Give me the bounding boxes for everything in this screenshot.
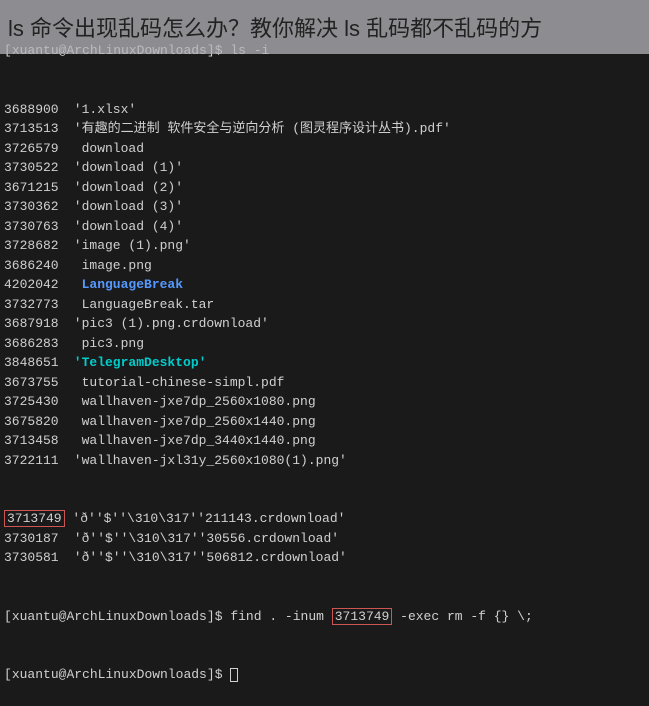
prompt-line-2: [xuantu@ArchLinuxDownloads]$ find . -inu… (4, 607, 645, 627)
inode-number: 3725430 (4, 392, 66, 412)
list-item: 3730763 'download (4)' (4, 217, 645, 237)
inode-number: 3671215 (4, 178, 66, 198)
file-name: LanguageBreak.tar (66, 297, 214, 312)
inode-number: 3713513 (4, 119, 66, 139)
file-name: 'download (2)' (66, 180, 183, 195)
file-name: 'image (1).png' (66, 238, 191, 253)
inode-number: 3848651 (4, 353, 66, 373)
file-listing: 3688900 '1.xlsx'3713513 '有趣的二进制 软件安全与逆向分… (4, 100, 645, 471)
inode-number: 3730581 (4, 548, 66, 568)
list-item: 3848651 'TelegramDesktop' (4, 353, 645, 373)
list-item: 3713513 '有趣的二进制 软件安全与逆向分析 (图灵程序设计丛书).pdf… (4, 119, 645, 139)
cmd-find-pre: find . -inum (230, 609, 331, 624)
prompt-line-3: [xuantu@ArchLinuxDownloads]$ (4, 665, 645, 685)
file-name: LanguageBreak (66, 277, 183, 292)
file-name: 'ð''$''\310\317''30556.crdownload' (66, 531, 339, 546)
prompt-host: ArchLinuxDownloads (66, 667, 206, 682)
file-name: 'download (4)' (66, 219, 183, 234)
inode-number: 3687918 (4, 314, 66, 334)
inode-number: 3688900 (4, 100, 66, 120)
file-name: 'TelegramDesktop' (66, 355, 206, 370)
list-item-garbled: 3730581 'ð''$''\310\317''506812.crdownlo… (4, 548, 645, 568)
inode-number: 3713749 (4, 510, 65, 527)
inode-number: 3732773 (4, 295, 66, 315)
inode-number: 3730362 (4, 197, 66, 217)
file-name: 'pic3 (1).png.crdownload' (66, 316, 269, 331)
inum-highlight: 3713749 (332, 608, 393, 625)
terminal-area[interactable]: [xuantu@ArchLinuxDownloads]$ ls -i 36889… (0, 0, 649, 706)
list-item: 3732773 LanguageBreak.tar (4, 295, 645, 315)
file-name: 'ð''$''\310\317''506812.crdownload' (66, 550, 347, 565)
file-name: tutorial-chinese-simpl.pdf (66, 375, 284, 390)
list-item: 3725430 wallhaven-jxe7dp_2560x1080.png (4, 392, 645, 412)
file-name: wallhaven-jxe7dp_3440x1440.png (66, 433, 316, 448)
file-name: image.png (66, 258, 152, 273)
list-item: 3728682 'image (1).png' (4, 236, 645, 256)
file-name: '有趣的二进制 软件安全与逆向分析 (图灵程序设计丛书).pdf' (66, 121, 451, 136)
prompt-host: ArchLinuxDownloads (66, 609, 206, 624)
prompt-user: xuantu (12, 667, 59, 682)
file-name: download (66, 141, 144, 156)
list-item: 3673755 tutorial-chinese-simpl.pdf (4, 373, 645, 393)
prompt-symbol: $ (215, 609, 223, 624)
list-item: 3730362 'download (3)' (4, 197, 645, 217)
cmd-find-post: -exec rm -f {} \; (392, 609, 532, 624)
file-name: pic3.png (66, 336, 144, 351)
file-name: '1.xlsx' (66, 102, 136, 117)
inode-number: 3713458 (4, 431, 66, 451)
list-item-garbled: 3730187 'ð''$''\310\317''30556.crdownloa… (4, 529, 645, 549)
inode-number: 3673755 (4, 373, 66, 393)
prompt-symbol: $ (215, 667, 223, 682)
file-name: wallhaven-jxe7dp_2560x1080.png (66, 394, 316, 409)
list-item: 4202042 LanguageBreak (4, 275, 645, 295)
list-item: 3686240 image.png (4, 256, 645, 276)
list-item: 3687918 'pic3 (1).png.crdownload' (4, 314, 645, 334)
file-name: 'ð''$''\310\317''211143.crdownload' (65, 511, 346, 526)
inode-number: 4202042 (4, 275, 66, 295)
overlay-title-text: ls 命令出现乱码怎么办？教你解决 ls 乱码都不乱码的方 (8, 16, 542, 41)
inode-number: 3730763 (4, 217, 66, 237)
list-item: 3713458 wallhaven-jxe7dp_3440x1440.png (4, 431, 645, 451)
inode-number: 3675820 (4, 412, 66, 432)
list-item: 3675820 wallhaven-jxe7dp_2560x1440.png (4, 412, 645, 432)
inode-number: 3686240 (4, 256, 66, 276)
garbled-listing: 3713749 'ð''$''\310\317''211143.crdownlo… (4, 509, 645, 568)
inode-number: 3722111 (4, 451, 66, 471)
overlay-title: ls 命令出现乱码怎么办？教你解决 ls 乱码都不乱码的方 (0, 0, 649, 54)
list-item: 3686283 pic3.png (4, 334, 645, 354)
list-item: 3722111 'wallhaven-jxl31y_2560x1080(1).p… (4, 451, 645, 471)
file-name: 'download (3)' (66, 199, 183, 214)
list-item: 3688900 '1.xlsx' (4, 100, 645, 120)
list-item: 3726579 download (4, 139, 645, 159)
inode-number: 3728682 (4, 236, 66, 256)
cursor (230, 668, 238, 682)
prompt-user: xuantu (12, 609, 59, 624)
list-item: 3730522 'download (1)' (4, 158, 645, 178)
file-name: 'wallhaven-jxl31y_2560x1080(1).png' (66, 453, 347, 468)
file-name: wallhaven-jxe7dp_2560x1440.png (66, 414, 316, 429)
inode-number: 3686283 (4, 334, 66, 354)
list-item-garbled: 3713749 'ð''$''\310\317''211143.crdownlo… (4, 509, 645, 529)
inode-number: 3730522 (4, 158, 66, 178)
inode-number: 3726579 (4, 139, 66, 159)
list-item: 3671215 'download (2)' (4, 178, 645, 198)
inode-number: 3730187 (4, 529, 66, 549)
file-name: 'download (1)' (66, 160, 183, 175)
